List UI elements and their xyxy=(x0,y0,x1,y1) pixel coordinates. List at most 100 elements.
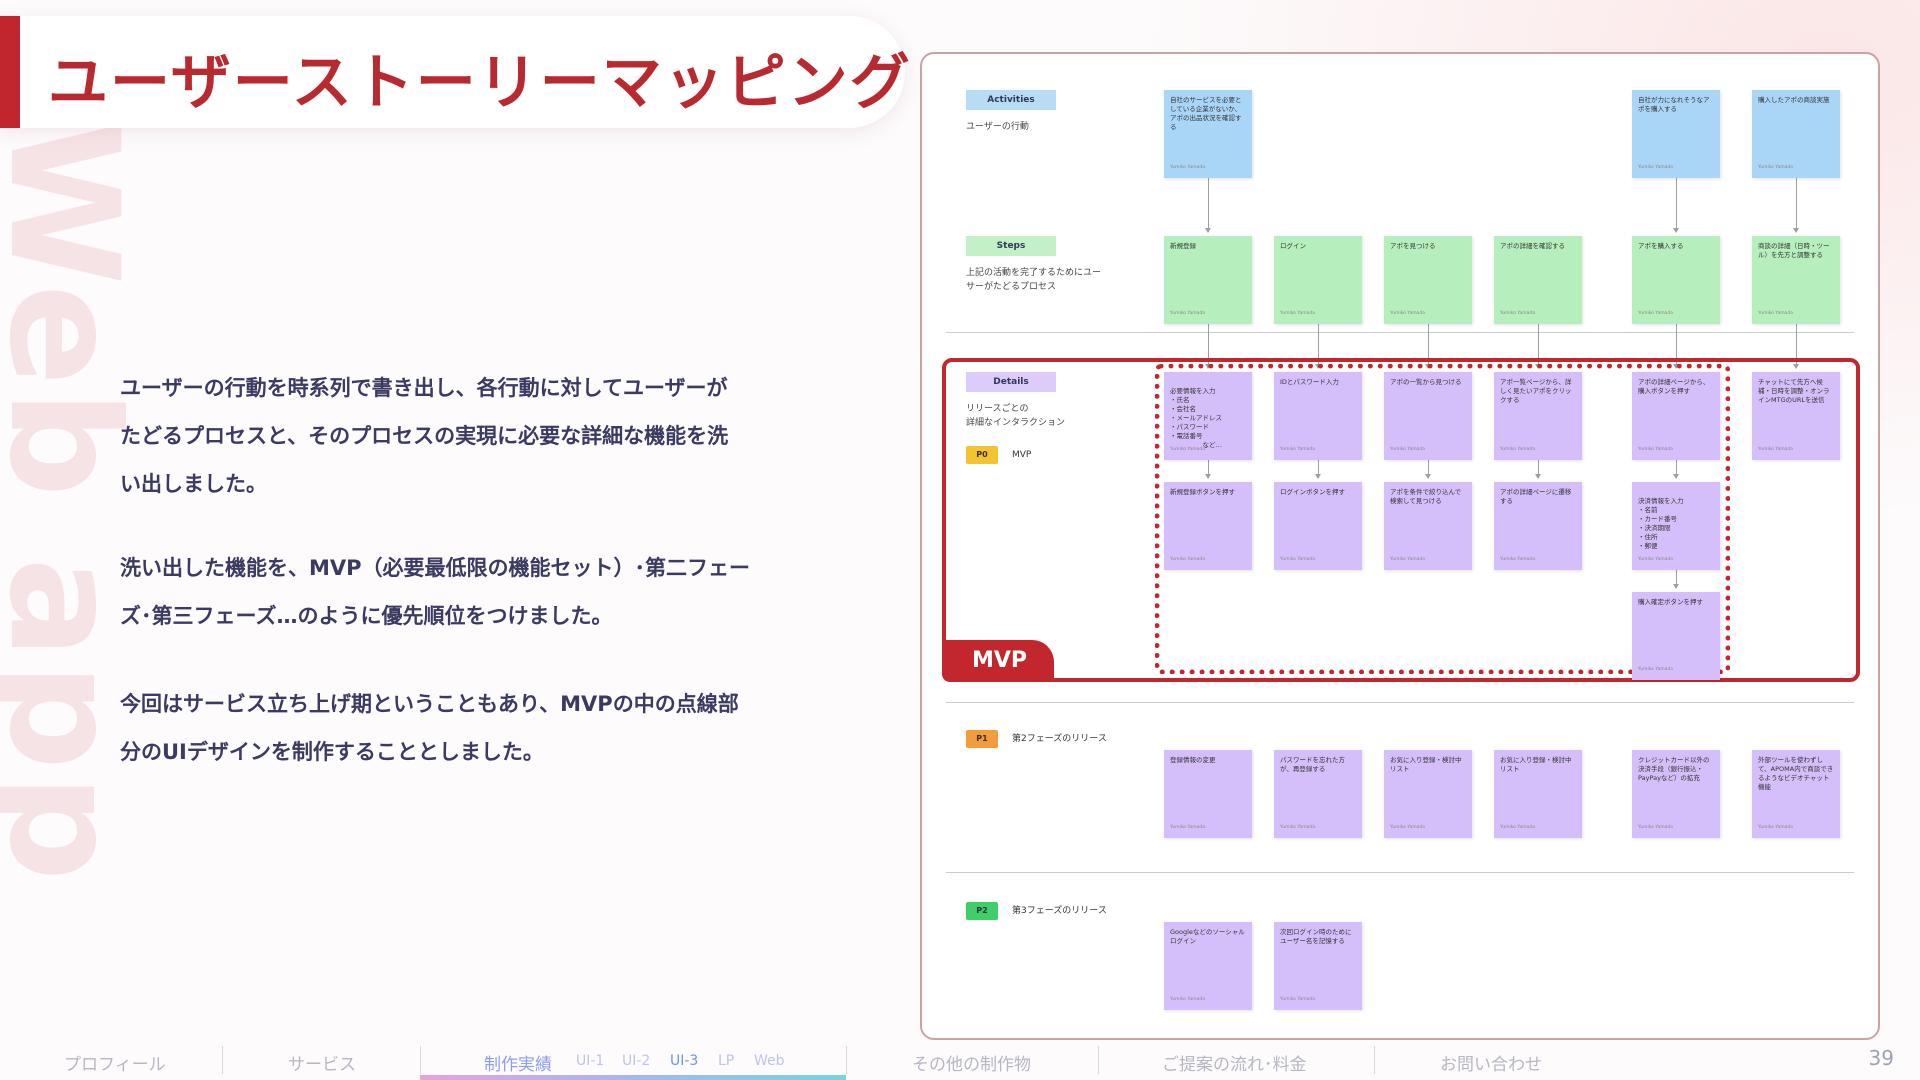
paragraph-line: い出しました。 xyxy=(120,472,267,496)
sticky-author: Yumiko Yamada xyxy=(1170,825,1205,830)
sticky-text: 登録情報の変更 xyxy=(1170,756,1216,764)
nav-item-flow-pricing[interactable]: ご提案の流れ･料金 xyxy=(1162,1050,1307,1075)
activities-label: Activities xyxy=(966,90,1056,110)
sticky-text: お気に入り登録・検討中リスト xyxy=(1390,756,1462,773)
sticky-text: 商談の詳細（日時・ツール）を先方と調整する xyxy=(1758,242,1830,259)
sticky-text: 新規登録ボタンを押す xyxy=(1170,488,1235,496)
sticky-author: Yumiko Yamada xyxy=(1280,557,1315,562)
sticky-text: アポ一覧ページから、詳しく見たいアポをクリックする xyxy=(1500,378,1572,404)
p2-badge: P2 xyxy=(966,902,998,920)
sticky-text: 自社のサービスを必要としている企業がないか、アポの出品状況を確認する xyxy=(1170,96,1242,131)
step-sticky: アポを見つける Yumiko Yamada xyxy=(1384,236,1472,324)
sticky-author: Yumiko Yamada xyxy=(1638,165,1673,170)
p1-sticky: お気に入り登録・検討中リスト Yumiko Yamada xyxy=(1494,750,1582,838)
p1-sticky: お気に入り登録・検討中リスト Yumiko Yamada xyxy=(1384,750,1472,838)
paragraph-3: 今回はサービス立ち上げ期ということもあり、MVPの中の点線部 分のUIデザインを… xyxy=(120,680,800,776)
nav-divider xyxy=(222,1046,223,1074)
sticky-author: Yumiko Yamada xyxy=(1390,447,1425,452)
title-accent-bar xyxy=(0,16,20,128)
detail-sticky: チャットにて先方へ候補・日時を調整・オンラインMTGのURLを送信 Yumiko… xyxy=(1752,372,1840,460)
activity-sticky: 自社のサービスを必要としている企業がないか、アポの出品状況を確認する Yumik… xyxy=(1164,90,1252,178)
detail-sticky: アポの詳細ページに遷移する Yumiko Yamada xyxy=(1494,482,1582,570)
sticky-author: Yumiko Yamada xyxy=(1758,311,1793,316)
paragraph-line: 分のUIデザインを制作することとしました。 xyxy=(120,740,544,764)
detail-sticky: アポ一覧ページから、詳しく見たいアポをクリックする Yumiko Yamada xyxy=(1494,372,1582,460)
connector-arrow xyxy=(1793,178,1799,233)
nav-item-works[interactable]: 制作実績 xyxy=(484,1050,552,1075)
paragraph-2: 洗い出した機能を、MVP（必要最低限の機能セット）･第二フェー ズ･第三フェーズ… xyxy=(120,544,800,640)
nav-sub-ui-1[interactable]: UI-1 xyxy=(576,1053,604,1069)
p1-badge: P1 xyxy=(966,730,998,748)
p2-label: 第3フェーズのリリース xyxy=(1012,906,1107,916)
sticky-text: ログイン xyxy=(1280,242,1306,250)
sticky-author: Yumiko Yamada xyxy=(1758,165,1793,170)
nav-divider xyxy=(420,1046,421,1074)
p1-sticky: 登録情報の変更 Yumiko Yamada xyxy=(1164,750,1252,838)
sticky-text: アポを条件で絞り込んで検索して見つける xyxy=(1390,488,1462,505)
sticky-author: Yumiko Yamada xyxy=(1500,311,1535,316)
nav-divider xyxy=(1098,1046,1099,1074)
paragraph-line: 今回はサービス立ち上げ期ということもあり、MVPの中の点線部 xyxy=(120,692,739,716)
detail-sticky: 決済情報を入力 ・名前 ・カード番号 ・決済期限 ・住所 ・郵便 Yumiko … xyxy=(1632,482,1720,570)
sticky-text: お気に入り登録・検討中リスト xyxy=(1500,756,1572,773)
sticky-text: アポを見つける xyxy=(1390,242,1436,250)
step-sticky: ログイン Yumiko Yamada xyxy=(1274,236,1362,324)
paragraph-1: ユーザーの行動を時系列で書き出し、各行動に対してユーザーが たどるプロセスと、そ… xyxy=(120,364,800,508)
detail-sticky: アポの詳細ページから、購入ボタンを押す Yumiko Yamada xyxy=(1632,372,1720,460)
sticky-author: Yumiko Yamada xyxy=(1280,825,1315,830)
sticky-text: パスワードを忘れた方が、再登録する xyxy=(1280,756,1345,773)
sticky-text: ログインボタンを押す xyxy=(1280,488,1345,496)
page-number: 39 xyxy=(1868,1046,1894,1070)
activity-sticky: 購入したアポの商談実施 Yumiko Yamada xyxy=(1752,90,1840,178)
sticky-text: クレジットカード以外の決済手段（銀行振込・PayPayなど）の拡充 xyxy=(1638,756,1710,782)
sticky-text: 自社が力になれそうなアポを購入する xyxy=(1638,96,1710,113)
nav-item-service[interactable]: サービス xyxy=(288,1050,356,1075)
paragraph-line: たどるプロセスと、そのプロセスの実現に必要な詳細な機能を洗 xyxy=(120,424,729,448)
sticky-text: チャットにて先方へ候補・日時を調整・オンラインMTGのURLを送信 xyxy=(1758,378,1830,404)
sticky-text: 次回ログイン時のためにユーザー名を記憶する xyxy=(1280,928,1352,945)
step-sticky: 新規登録 Yumiko Yamada xyxy=(1164,236,1252,324)
sticky-text: 購入確定ボタンを押す xyxy=(1638,598,1703,606)
story-map-panel: Activities ユーザーの行動 Steps 上記の活動を完了するためにユー… xyxy=(920,52,1880,1040)
sticky-text: IDとパスワード入力 xyxy=(1280,378,1339,386)
sticky-text: Googleなどのソーシャルログイン xyxy=(1170,928,1245,945)
step-sticky: 商談の詳細（日時・ツール）を先方と調整する Yumiko Yamada xyxy=(1752,236,1840,324)
sticky-author: Yumiko Yamada xyxy=(1500,447,1535,452)
sticky-text: 決済情報を入力 ・名前 ・カード番号 ・決済期限 ・住所 ・郵便 xyxy=(1638,497,1684,550)
nav-sub-web[interactable]: Web xyxy=(754,1053,785,1069)
p1-sticky: パスワードを忘れた方が、再登録する Yumiko Yamada xyxy=(1274,750,1362,838)
connector-arrow xyxy=(1673,178,1679,233)
divider xyxy=(946,702,1854,703)
sticky-text: 新規登録 xyxy=(1170,242,1196,250)
step-sticky: アポを購入する Yumiko Yamada xyxy=(1632,236,1720,324)
paragraph-line: ズ･第三フェーズ…のように優先順位をつけました。 xyxy=(120,604,613,628)
p1-sticky: 外部ツールを使わずして、APOMA内で商談できるようなビデオチャット機能 Yum… xyxy=(1752,750,1840,838)
paragraph-line: 洗い出した機能を、MVP（必要最低限の機能セット）･第二フェー xyxy=(120,556,751,580)
nav-sub-ui-2[interactable]: UI-2 xyxy=(622,1053,650,1069)
nav-sub-lp[interactable]: LP xyxy=(718,1053,734,1069)
sticky-author: Yumiko Yamada xyxy=(1390,557,1425,562)
sticky-author: Yumiko Yamada xyxy=(1280,447,1315,452)
steps-label: Steps xyxy=(966,236,1056,256)
nav-divider xyxy=(846,1046,847,1074)
sticky-author: Yumiko Yamada xyxy=(1170,557,1205,562)
steps-description-line: 上記の活動を完了するためにユー xyxy=(966,268,1102,278)
sticky-author: Yumiko Yamada xyxy=(1390,825,1425,830)
sticky-text: アポの一覧から見つける xyxy=(1390,378,1462,386)
nav-sub-ui-3[interactable]: UI-3 xyxy=(670,1053,698,1069)
sticky-author: Yumiko Yamada xyxy=(1390,311,1425,316)
bottom-nav: プロフィール サービス 制作実績 UI-1 UI-2 UI-3 LP Web そ… xyxy=(0,1046,1920,1080)
sticky-author: Yumiko Yamada xyxy=(1170,997,1205,1002)
activities-description: ユーザーの行動 xyxy=(966,122,1029,132)
sticky-author: Yumiko Yamada xyxy=(1280,997,1315,1002)
nav-item-profile[interactable]: プロフィール xyxy=(64,1050,166,1075)
sticky-text: アポの詳細を確認する xyxy=(1500,242,1565,250)
nav-active-indicator xyxy=(420,1075,846,1080)
mvp-tag: MVP xyxy=(942,640,1054,682)
sticky-author: Yumiko Yamada xyxy=(1638,311,1673,316)
sticky-text: 外部ツールを使わずして、APOMA内で商談できるようなビデオチャット機能 xyxy=(1758,756,1834,791)
nav-item-contact[interactable]: お問い合わせ xyxy=(1440,1050,1542,1075)
nav-item-other-works[interactable]: その他の制作物 xyxy=(912,1050,1031,1075)
paragraph-line: ユーザーの行動を時系列で書き出し、各行動に対してユーザーが xyxy=(120,376,728,400)
p2-sticky: Googleなどのソーシャルログイン Yumiko Yamada xyxy=(1164,922,1252,1010)
